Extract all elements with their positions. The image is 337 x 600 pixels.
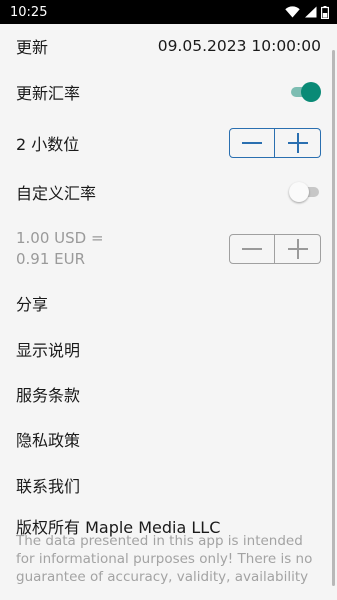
contact-label: 联系我们: [16, 477, 81, 496]
decimals-stepper[interactable]: [229, 128, 321, 158]
update-label: 更新: [16, 38, 49, 57]
show-instructions-item[interactable]: 显示说明: [16, 337, 321, 361]
custom-rate-stepper[interactable]: [229, 234, 321, 264]
update-rates-row[interactable]: 更新汇率: [16, 79, 321, 105]
update-timestamp: 09.05.2023 10:00:00: [157, 37, 321, 55]
decimals-row: 2 小数位: [16, 127, 321, 159]
custom-rate-minus-button[interactable]: [229, 234, 275, 264]
minus-icon: [242, 142, 262, 144]
update-rates-label: 更新汇率: [16, 84, 81, 103]
decimals-label: 2 小数位: [16, 135, 80, 154]
show-instructions-label: 显示说明: [16, 341, 81, 360]
toggle-thumb: [289, 182, 309, 202]
share-label: 分享: [16, 295, 49, 314]
status-bar: 10:25: [0, 0, 337, 24]
custom-rate-plus-button[interactable]: [275, 234, 321, 264]
decimals-plus-button[interactable]: [275, 128, 321, 158]
settings-screen: 更新 09.05.2023 10:00:00 更新汇率 2 小数位 自定义汇率 …: [0, 24, 337, 600]
decimals-minus-button[interactable]: [229, 128, 275, 158]
custom-rate-line-2: 0.91 EUR: [16, 250, 86, 268]
status-time: 10:25: [10, 4, 48, 20]
update-row: 更新 09.05.2023 10:00:00: [16, 34, 321, 58]
custom-rate-toggle[interactable]: [289, 182, 321, 202]
signal-icon: [305, 6, 317, 18]
contact-item[interactable]: 联系我们: [16, 473, 321, 497]
scrollbar[interactable]: [332, 50, 335, 586]
status-icons: [285, 5, 329, 19]
minus-icon: [242, 248, 262, 250]
battery-icon: [321, 5, 329, 19]
plus-icon: [287, 133, 308, 153]
update-rates-toggle[interactable]: [289, 82, 321, 102]
custom-rate-row[interactable]: 自定义汇率: [16, 179, 321, 205]
terms-item[interactable]: 服务条款: [16, 382, 321, 406]
custom-rate-value: 1.00 USD = 0.91 EUR: [16, 228, 104, 270]
privacy-label: 隐私政策: [16, 431, 81, 450]
privacy-item[interactable]: 隐私政策: [16, 427, 321, 451]
share-item[interactable]: 分享: [16, 291, 321, 315]
toggle-thumb: [301, 82, 321, 102]
custom-rate-line-1: 1.00 USD =: [16, 229, 104, 247]
terms-label: 服务条款: [16, 386, 81, 405]
custom-rate-label: 自定义汇率: [16, 184, 97, 203]
wifi-icon: [285, 6, 300, 18]
disclaimer-text: The data presented in this app is intend…: [16, 533, 313, 585]
plus-icon: [287, 239, 308, 259]
custom-rate-value-row: 1.00 USD = 0.91 EUR: [16, 227, 321, 271]
